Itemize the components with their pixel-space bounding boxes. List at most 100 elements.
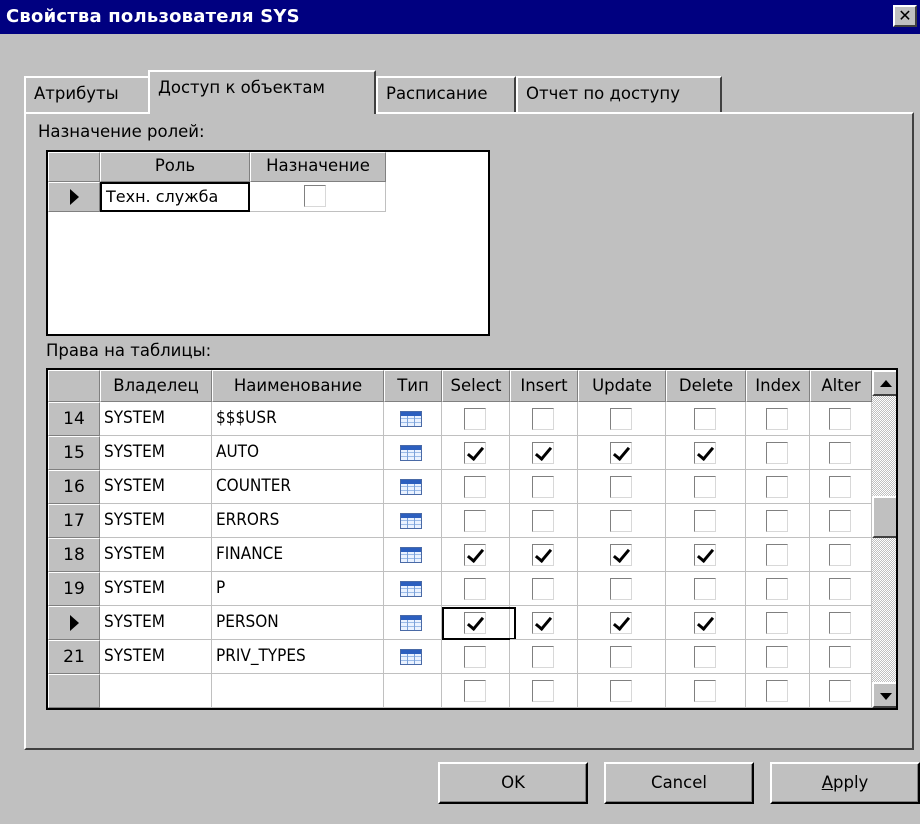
- table-name-cell[interactable]: AUTO: [212, 436, 384, 470]
- table-name-cell[interactable]: PRIV_TYPES: [212, 640, 384, 674]
- tab-access-report[interactable]: Отчет по доступу: [516, 76, 722, 112]
- role-cell[interactable]: Техн. служба: [100, 182, 250, 212]
- column-header-name[interactable]: Наименование: [212, 370, 384, 402]
- role-assigned-checkbox[interactable]: [304, 185, 326, 207]
- column-header-owner[interactable]: Владелец: [100, 370, 212, 402]
- select-checkbox[interactable]: [464, 510, 486, 532]
- update-checkbox[interactable]: [610, 544, 632, 566]
- table-name-cell[interactable]: P: [212, 572, 384, 606]
- update-checkbox[interactable]: [610, 408, 632, 430]
- apply-button[interactable]: Apply: [770, 762, 920, 804]
- delete-checkbox[interactable]: [694, 680, 716, 702]
- insert-checkbox[interactable]: [532, 408, 554, 430]
- update-checkbox[interactable]: [610, 578, 632, 600]
- delete-checkbox[interactable]: [694, 442, 716, 464]
- table-name-cell[interactable]: COUNTER: [212, 470, 384, 504]
- update-checkbox[interactable]: [610, 510, 632, 532]
- update-checkbox[interactable]: [610, 612, 632, 634]
- owner-cell[interactable]: SYSTEM: [100, 572, 212, 606]
- delete-checkbox[interactable]: [694, 646, 716, 668]
- index-checkbox[interactable]: [766, 544, 788, 566]
- table-name-cell[interactable]: $$$USR: [212, 402, 384, 436]
- index-checkbox[interactable]: [766, 646, 788, 668]
- alter-checkbox[interactable]: [829, 442, 851, 464]
- update-checkbox[interactable]: [610, 646, 632, 668]
- update-checkbox[interactable]: [610, 680, 632, 702]
- delete-checkbox[interactable]: [694, 476, 716, 498]
- column-header-role[interactable]: Роль: [100, 152, 250, 182]
- column-header-index[interactable]: Index: [746, 370, 810, 402]
- scroll-thumb[interactable]: [872, 496, 896, 538]
- owner-cell[interactable]: SYSTEM: [100, 504, 212, 538]
- owner-cell[interactable]: SYSTEM: [100, 538, 212, 572]
- delete-checkbox[interactable]: [694, 578, 716, 600]
- tab-attributes[interactable]: Атрибуты: [24, 76, 152, 112]
- index-checkbox[interactable]: [766, 578, 788, 600]
- table-name-cell[interactable]: PERSON: [212, 606, 384, 640]
- alter-checkbox[interactable]: [829, 476, 851, 498]
- select-checkbox[interactable]: [464, 680, 486, 702]
- insert-cell: [510, 606, 578, 640]
- alter-checkbox[interactable]: [829, 680, 851, 702]
- insert-checkbox[interactable]: [532, 612, 554, 634]
- alter-checkbox[interactable]: [829, 578, 851, 600]
- delete-checkbox[interactable]: [694, 510, 716, 532]
- cancel-button[interactable]: Cancel: [604, 762, 754, 804]
- tab-object-access[interactable]: Доступ к объектам: [148, 70, 376, 114]
- close-button[interactable]: ✕: [893, 5, 917, 27]
- column-header-alter[interactable]: Alter: [810, 370, 872, 402]
- table-name-cell[interactable]: FINANCE: [212, 538, 384, 572]
- alter-checkbox[interactable]: [829, 646, 851, 668]
- scroll-up-button[interactable]: [872, 370, 896, 396]
- column-header-assigned[interactable]: Назначение: [250, 152, 386, 182]
- column-header-type[interactable]: Тип: [384, 370, 442, 402]
- table-privileges-grid[interactable]: Владелец Наименование Тип Select Insert Updat…: [46, 368, 898, 710]
- delete-checkbox[interactable]: [694, 544, 716, 566]
- delete-checkbox[interactable]: [694, 408, 716, 430]
- column-header-insert[interactable]: Insert: [510, 370, 578, 402]
- owner-cell[interactable]: SYSTEM: [100, 640, 212, 674]
- owner-cell[interactable]: SYSTEM: [100, 606, 212, 640]
- update-checkbox[interactable]: [610, 476, 632, 498]
- tab-schedule[interactable]: Расписание: [376, 76, 516, 112]
- select-checkbox[interactable]: [464, 442, 486, 464]
- index-checkbox[interactable]: [766, 612, 788, 634]
- index-checkbox[interactable]: [766, 408, 788, 430]
- alter-checkbox[interactable]: [829, 612, 851, 634]
- insert-checkbox[interactable]: [532, 680, 554, 702]
- insert-checkbox[interactable]: [532, 476, 554, 498]
- insert-checkbox[interactable]: [532, 442, 554, 464]
- owner-cell[interactable]: SYSTEM: [100, 470, 212, 504]
- index-checkbox[interactable]: [766, 442, 788, 464]
- insert-checkbox[interactable]: [532, 510, 554, 532]
- alter-checkbox[interactable]: [829, 408, 851, 430]
- index-checkbox[interactable]: [766, 510, 788, 532]
- alter-checkbox[interactable]: [829, 544, 851, 566]
- roles-grid[interactable]: Роль Назначение Техн. служба: [46, 150, 490, 336]
- table-name-cell[interactable]: [212, 674, 384, 708]
- table-name-cell[interactable]: ERRORS: [212, 504, 384, 538]
- vertical-scrollbar[interactable]: [872, 370, 896, 708]
- title-bar[interactable]: Свойства пользователя SYS ✕: [0, 0, 920, 34]
- owner-cell[interactable]: SYSTEM: [100, 436, 212, 470]
- select-checkbox[interactable]: [464, 408, 486, 430]
- delete-checkbox[interactable]: [694, 612, 716, 634]
- scroll-down-button[interactable]: [872, 682, 896, 708]
- column-header-update[interactable]: Update: [578, 370, 666, 402]
- select-checkbox[interactable]: [464, 578, 486, 600]
- update-checkbox[interactable]: [610, 442, 632, 464]
- insert-checkbox[interactable]: [532, 544, 554, 566]
- owner-cell[interactable]: SYSTEM: [100, 402, 212, 436]
- insert-checkbox[interactable]: [532, 646, 554, 668]
- select-checkbox[interactable]: [464, 544, 486, 566]
- ok-button[interactable]: OK: [438, 762, 588, 804]
- alter-checkbox[interactable]: [829, 510, 851, 532]
- index-checkbox[interactable]: [766, 680, 788, 702]
- select-checkbox[interactable]: [464, 476, 486, 498]
- column-header-delete[interactable]: Delete: [666, 370, 746, 402]
- column-header-select[interactable]: Select: [442, 370, 510, 402]
- select-checkbox[interactable]: [464, 646, 486, 668]
- insert-checkbox[interactable]: [532, 578, 554, 600]
- owner-cell[interactable]: [100, 674, 212, 708]
- index-checkbox[interactable]: [766, 476, 788, 498]
